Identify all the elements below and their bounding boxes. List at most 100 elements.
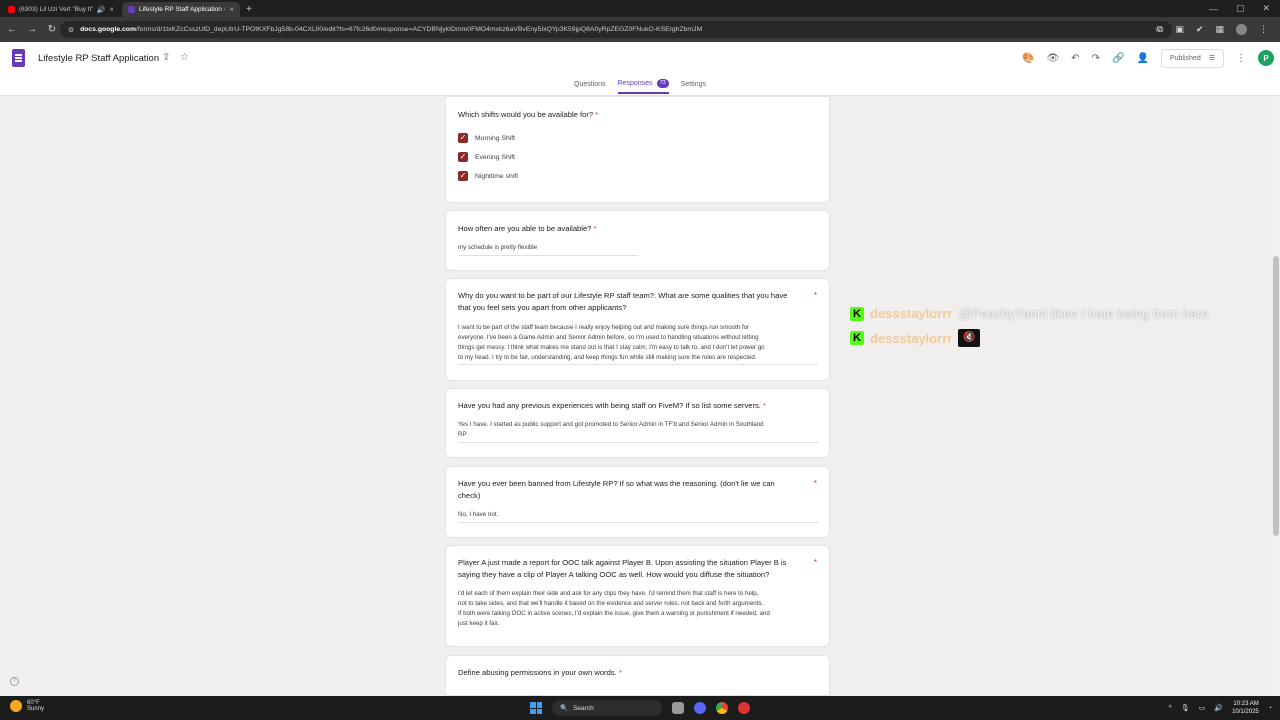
volume-icon[interactable]: 🔊: [1214, 704, 1223, 712]
tab-questions[interactable]: Questions: [574, 79, 606, 94]
checked-checkbox-icon: ✓: [458, 133, 468, 143]
clock-date: 10/1/2025: [1232, 709, 1259, 715]
question-card-banned: Have you ever been banned from Lifestyle…: [445, 466, 830, 538]
speaker-icon[interactable]: 🔊: [97, 6, 106, 14]
move-to-folder-icon[interactable]: ⇪: [162, 52, 170, 63]
question-card-ooc-scenario: Player A just made a report for OOC talk…: [445, 545, 830, 647]
answer-underline: [458, 442, 818, 443]
star-icon[interactable]: ☆: [180, 52, 189, 63]
app-icon[interactable]: [738, 702, 750, 714]
answer-line: RP: [458, 431, 467, 438]
published-label: Published: [1169, 54, 1201, 62]
back-icon[interactable]: ←: [4, 24, 20, 35]
tab-title: Lifestyle RP Staff Application - G: [139, 6, 226, 13]
checkbox-option: ✓ Nighttime shift: [458, 171, 518, 181]
copy-link-icon[interactable]: 🔗: [1112, 53, 1124, 64]
close-window-icon[interactable]: ✕: [1262, 3, 1270, 14]
answer-text: No, I have not.: [458, 511, 499, 518]
question-text-line: Player A just made a report for OOC talk…: [458, 558, 787, 567]
checkbox-option: ✓ Evening Shift: [458, 152, 515, 162]
reload-icon[interactable]: ↻: [44, 24, 60, 35]
network-icon[interactable]: ▭: [1199, 704, 1206, 712]
system-tray: ^ 🎙 ▭ 🔊 10:23 AM 10/1/2025 ◔: [1169, 699, 1272, 717]
sun-icon: [10, 700, 22, 712]
browser-menu-icon[interactable]: ⋮: [1259, 24, 1268, 35]
chat-username: dessstaylorrr: [870, 306, 953, 321]
undo-icon[interactable]: ↶: [1071, 53, 1079, 64]
preview-icon[interactable]: 👁: [1047, 53, 1060, 64]
header-actions: 🎨 👁 ↶ ↷ 🔗 👤 Published ☰ ⋮ P: [1022, 47, 1280, 69]
new-tab-icon[interactable]: +: [246, 2, 252, 17]
avatar[interactable]: P: [1258, 50, 1274, 66]
published-button[interactable]: Published ☰: [1160, 48, 1224, 68]
chat-username: dessstaylorrr: [870, 330, 953, 346]
microphone-icon[interactable]: 🎙: [1181, 704, 1190, 712]
customize-theme-icon[interactable]: 🎨: [1022, 53, 1034, 64]
form-tabs: Questions Responses 73 Settings: [0, 79, 1280, 94]
youtube-favicon-icon: [8, 6, 15, 13]
clock[interactable]: 10:23 AM 10/1/2025: [1232, 700, 1259, 716]
show-hidden-icons-icon[interactable]: ^: [1169, 705, 1172, 712]
answer-text: I'd let each of them explain their side …: [458, 589, 770, 629]
maximize-icon[interactable]: ▢: [1236, 3, 1245, 14]
forms-header: Lifestyle RP Staff Application ⇪ ☆ 🎨 👁 ↶…: [0, 42, 1280, 96]
minimize-icon[interactable]: —: [1209, 4, 1218, 14]
answer-line: everyone. I've been a Game Admin and Sen…: [458, 334, 759, 341]
extension-icon[interactable]: ▦: [1215, 24, 1224, 35]
form-title[interactable]: Lifestyle RP Staff Application: [38, 53, 159, 64]
question-card-availability: How often are you able to be available? …: [445, 210, 830, 271]
discord-icon[interactable]: [694, 702, 706, 714]
taskbar-apps: 🔍 Search: [530, 699, 750, 717]
question-title: Player A just made a report for OOC talk…: [458, 557, 786, 581]
tab-label: Questions: [574, 81, 606, 88]
redo-icon[interactable]: ↷: [1092, 53, 1100, 64]
question-title: Define abusing permissions in your own w…: [458, 667, 622, 679]
response-count-badge: 73: [656, 79, 669, 88]
publish-settings-icon: ☰: [1208, 55, 1215, 62]
tab-responses[interactable]: Responses 73: [617, 79, 669, 94]
google-forms-logo-icon[interactable]: [12, 49, 25, 67]
answer-line: just keep it fair.: [458, 620, 500, 627]
extensions-area: ⧉ ▣ ✔ ▦ ⋮: [1157, 21, 1268, 38]
page-scrollbar[interactable]: [1272, 96, 1280, 696]
chrome-icon[interactable]: [716, 702, 728, 714]
question-title: Why do you want to be part of our Lifest…: [458, 290, 787, 314]
extension-icon[interactable]: ⧉: [1157, 24, 1163, 35]
question-card-experience: Have you had any previous experiences wi…: [445, 388, 830, 458]
tab-label: Responses: [617, 80, 653, 87]
browser-profile-avatar[interactable]: [1236, 24, 1247, 35]
tab-settings[interactable]: Settings: [681, 79, 706, 94]
weather-widget[interactable]: 60°F Sunny: [10, 700, 44, 712]
close-tab-icon[interactable]: ×: [229, 5, 234, 14]
required-mark: *: [813, 558, 817, 567]
browser-tab-forms[interactable]: Lifestyle RP Staff Application - G ×: [122, 2, 240, 17]
question-title: Have you had any previous experiences wi…: [458, 400, 766, 412]
windows-start-icon[interactable]: [530, 702, 542, 714]
browser-tab-youtube[interactable]: (6303) Lil Uzi Vert "Buy It" 🔊 ×: [2, 2, 120, 17]
scrollbar-thumb[interactable]: [1273, 256, 1279, 536]
forms-favicon-icon: [128, 6, 135, 13]
required-mark: *: [593, 224, 597, 233]
extension-icon[interactable]: ✔: [1196, 24, 1204, 35]
question-title: Have you ever been banned from Lifestyle…: [458, 478, 775, 502]
notifications-icon[interactable]: ◔: [1268, 705, 1272, 712]
question-text: Have you had any previous experiences wi…: [458, 401, 761, 410]
option-label: Morning Shift: [475, 134, 516, 142]
more-options-icon[interactable]: ⋮: [1236, 53, 1246, 64]
required-mark: *: [813, 291, 817, 300]
add-collaborators-icon[interactable]: 👤: [1137, 53, 1149, 64]
chat-message: K dessstaylorrr @PeachyYanni likee I hat…: [850, 306, 1208, 321]
close-tab-icon[interactable]: ×: [109, 5, 114, 14]
weather-condition: Sunny: [27, 706, 45, 712]
site-info-icon[interactable]: ⚙: [68, 26, 74, 34]
taskbar-search[interactable]: 🔍 Search: [552, 700, 662, 716]
address-bar[interactable]: ⚙ docs.google.com /forms/d/1txKZcCsszUlD…: [60, 21, 1172, 38]
answer-text: my schedule is pretty flexible: [458, 244, 538, 251]
file-explorer-icon[interactable]: [672, 702, 684, 714]
option-label: Evening Shift: [475, 153, 516, 161]
forward-icon[interactable]: →: [24, 24, 40, 35]
answer-line: Yes I have. I started as public support …: [458, 421, 764, 428]
help-icon[interactable]: ?: [10, 677, 19, 686]
extension-icon[interactable]: ▣: [1175, 24, 1184, 35]
checked-checkbox-icon: ✓: [458, 171, 468, 181]
